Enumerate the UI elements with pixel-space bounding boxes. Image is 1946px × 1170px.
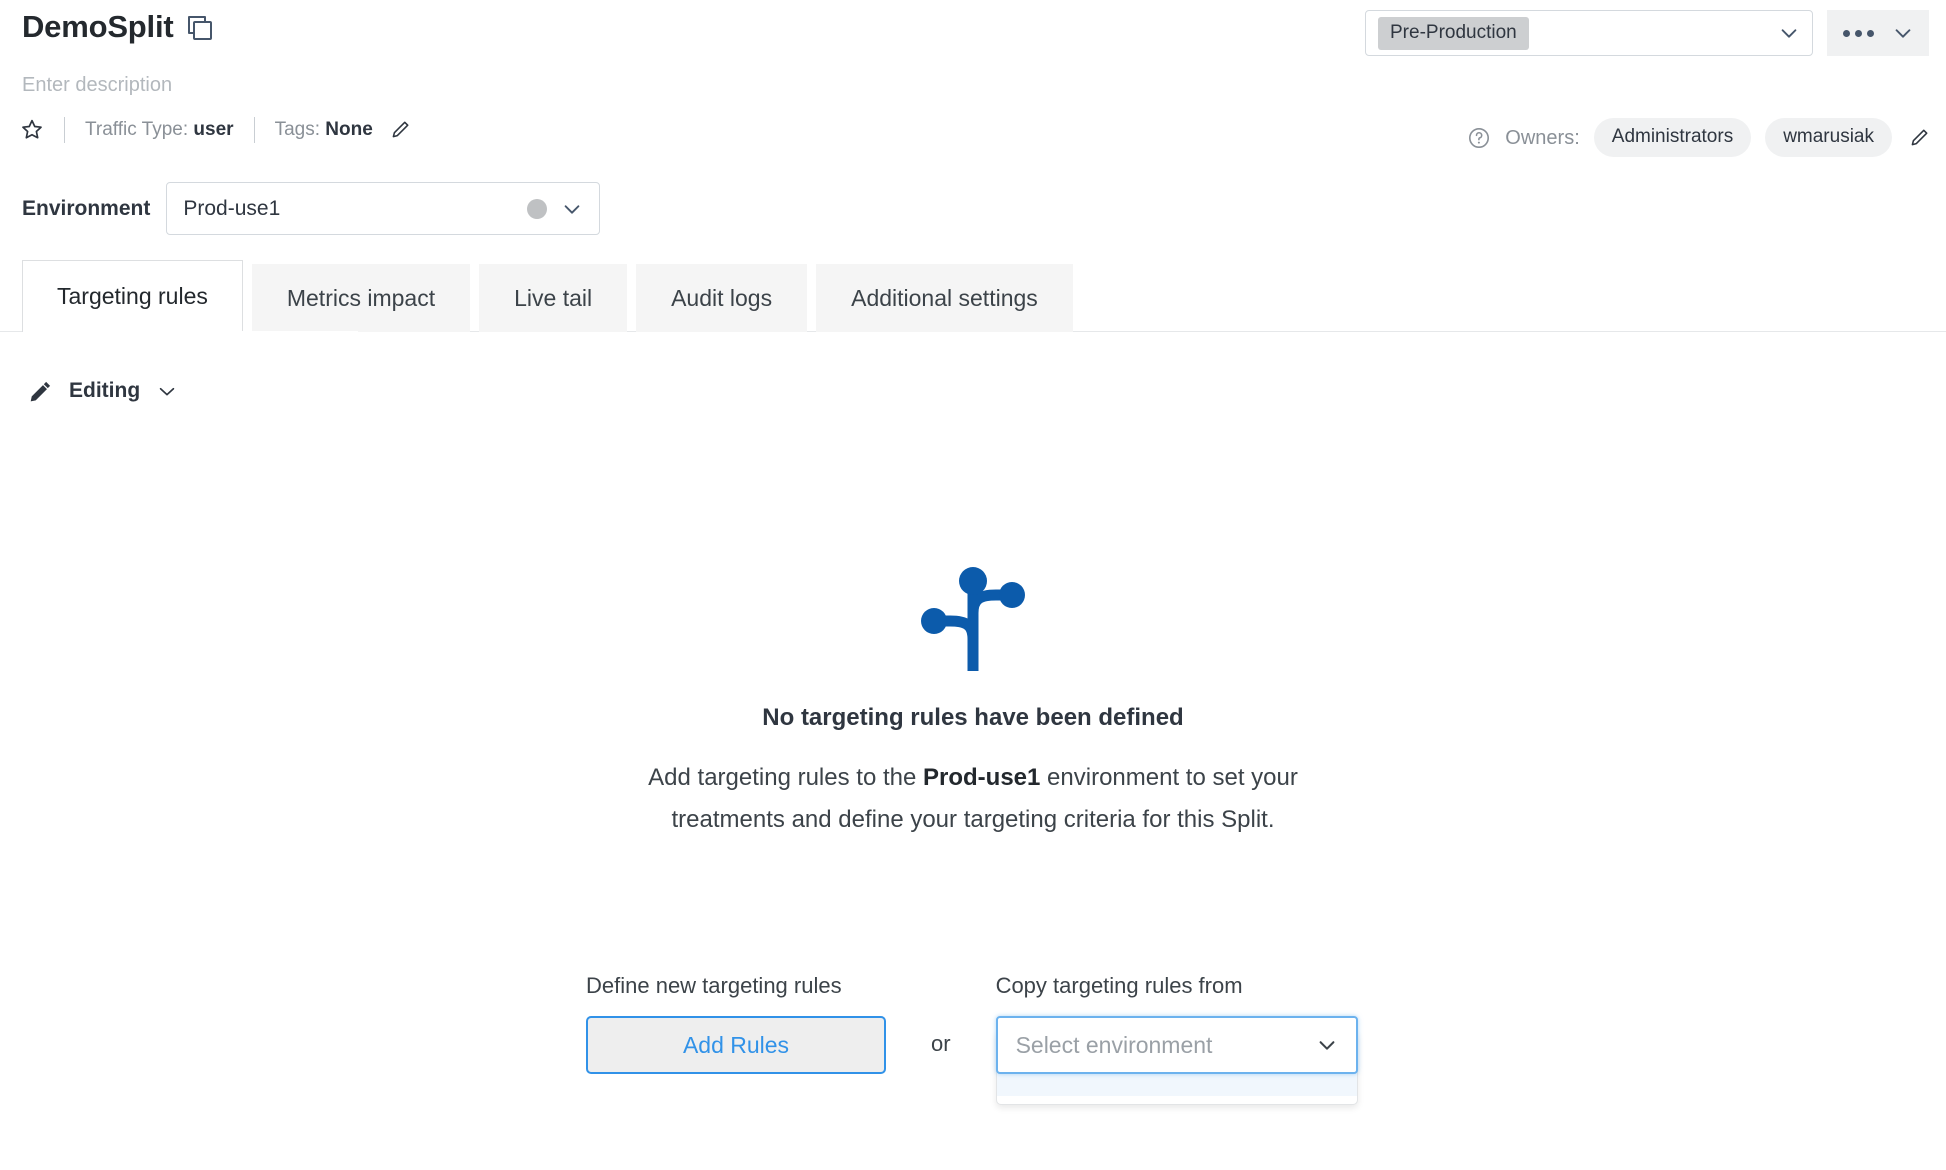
pencil-icon	[30, 381, 51, 401]
define-rules-heading: Define new targeting rules	[586, 973, 842, 998]
copy-icon[interactable]	[187, 16, 212, 40]
empty-desc-environment: Prod-use1	[923, 764, 1041, 791]
tab-label: Audit logs	[671, 285, 773, 311]
environment-status-dot	[527, 198, 548, 219]
title-line: DemoSplit	[22, 8, 212, 46]
environment-label: Environment	[22, 196, 151, 220]
empty-state-description: Add targeting rules to the Prod-use1 env…	[603, 757, 1343, 841]
copy-environment-placeholder: Select environment	[1015, 1032, 1213, 1058]
or-separator: or	[931, 1031, 951, 1056]
divider	[253, 117, 255, 143]
tab-bar: Targeting rules Metrics impact Live tail…	[22, 260, 1073, 332]
tags: Tags: None	[275, 118, 373, 142]
tab-label: Metrics impact	[286, 285, 436, 311]
meta-line: Traffic Type: user Tags: None	[20, 115, 411, 145]
question-circle-icon[interactable]	[1467, 126, 1491, 150]
page-header: DemoSplit Enter description Traffic Type…	[0, 0, 1946, 157]
tab-label: Targeting rules	[57, 283, 208, 309]
copy-rules-heading: Copy targeting rules from	[995, 973, 1243, 998]
tags-label: Tags:	[274, 119, 320, 140]
pencil-icon[interactable]	[389, 119, 411, 141]
empty-state-title: No targeting rules have been defined	[762, 704, 1184, 731]
star-icon[interactable]	[20, 118, 44, 142]
empty-state-actions: Define new targeting rules Add Rules or …	[586, 972, 1358, 1105]
traffic-type-value: user	[193, 119, 234, 140]
owner-pill-wmarusiak[interactable]: wmarusiak	[1765, 118, 1892, 157]
traffic-type-label: Traffic Type:	[85, 119, 189, 140]
tab-audit-logs[interactable]: Audit logs	[636, 264, 808, 332]
tab-additional-settings[interactable]: Additional settings	[816, 264, 1073, 332]
editing-status-dropdown[interactable]: Editing	[28, 378, 178, 404]
add-rules-button[interactable]: Add Rules	[586, 1016, 886, 1074]
ellipsis-icon	[1842, 29, 1874, 37]
owner-pill-administrators[interactable]: Administrators	[1593, 118, 1752, 157]
tab-metrics-impact[interactable]: Metrics impact	[251, 264, 471, 332]
description-placeholder[interactable]: Enter description	[22, 72, 172, 98]
define-rules-column: Define new targeting rules Add Rules	[586, 972, 886, 1074]
divider	[64, 117, 65, 143]
tab-label: Live tail	[514, 285, 593, 311]
editing-label: Editing	[69, 379, 141, 402]
chevron-down-icon	[1319, 1041, 1334, 1050]
tags-value: None	[325, 119, 373, 140]
chevron-down-icon	[1895, 29, 1910, 38]
traffic-type: Traffic Type: user	[85, 118, 234, 142]
owners-label: Owners:	[1505, 126, 1580, 149]
copy-rules-column: Copy targeting rules from Select environ…	[995, 972, 1358, 1105]
environment-selected-value: Prod-use1	[183, 196, 281, 220]
chevron-down-icon	[1781, 29, 1797, 38]
split-detail-page: DemoSplit Enter description Traffic Type…	[0, 0, 1946, 1170]
chevron-down-icon	[564, 204, 580, 214]
environment-scope-select[interactable]: Pre-Production	[1365, 10, 1813, 56]
env-chip-label: Pre-Production	[1378, 16, 1529, 50]
active-tab-mask	[23, 331, 358, 333]
more-actions-button[interactable]	[1827, 10, 1929, 56]
environment-select[interactable]: Prod-use1	[166, 182, 601, 235]
empty-state: No targeting rules have been defined Add…	[0, 555, 1946, 841]
split-branch-icon	[921, 567, 1025, 671]
tab-live-tail[interactable]: Live tail	[479, 264, 628, 332]
tab-label: Additional settings	[851, 285, 1038, 311]
tab-targeting-rules[interactable]: Targeting rules	[22, 260, 243, 332]
page-title: DemoSplit	[22, 9, 174, 44]
empty-desc-prefix: Add targeting rules to the	[648, 764, 923, 791]
environment-row: Environment Prod-use1	[22, 182, 601, 235]
owners-line: Owners: Administrators wmarusiak	[1467, 118, 1930, 157]
copy-environment-select[interactable]: Select environment	[995, 1016, 1358, 1074]
pencil-icon[interactable]	[1908, 127, 1930, 149]
chevron-down-icon	[159, 387, 175, 396]
